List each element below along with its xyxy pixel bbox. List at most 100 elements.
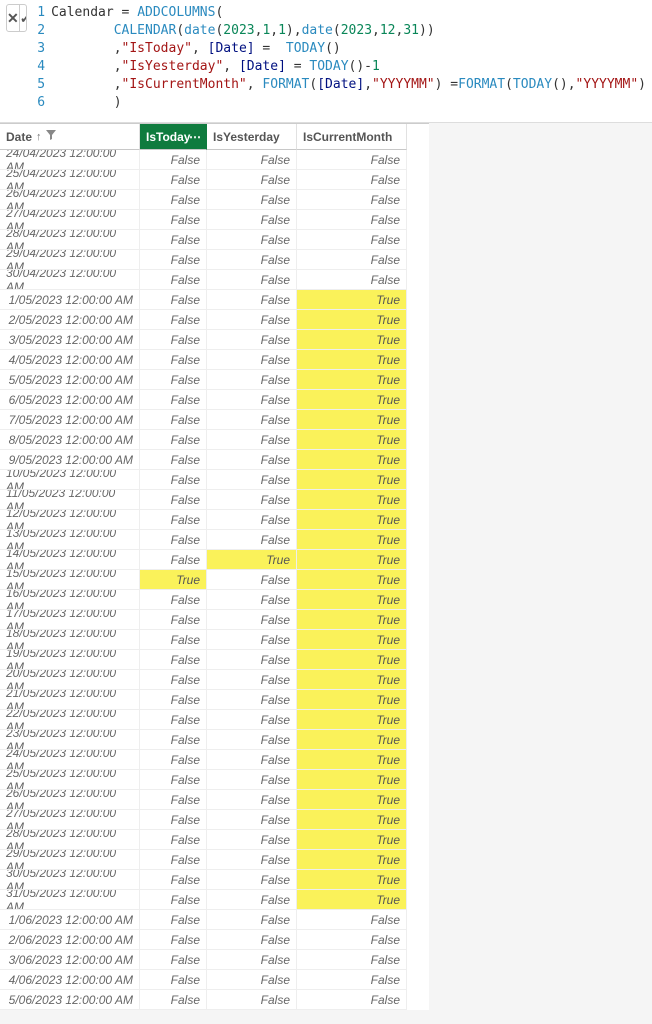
cell-istoday: False (140, 530, 207, 550)
cell-date: 21/05/2023 12:00:00 AM (0, 690, 140, 710)
cell-date: 22/05/2023 12:00:00 AM (0, 710, 140, 730)
table-row[interactable]: 22/05/2023 12:00:00 AMFalseFalseTrue (0, 710, 429, 730)
cell-istoday: False (140, 510, 207, 530)
table-row[interactable]: 11/05/2023 12:00:00 AMFalseFalseTrue (0, 490, 429, 510)
cell-iscurrentmonth: False (297, 210, 407, 230)
cell-date: 5/05/2023 12:00:00 AM (0, 370, 140, 390)
code-token: ) (638, 77, 646, 92)
cancel-button[interactable]: ✕ (7, 5, 20, 31)
table-row[interactable]: 20/05/2023 12:00:00 AMFalseFalseTrue (0, 670, 429, 690)
table-row[interactable]: 26/05/2023 12:00:00 AMFalseFalseTrue (0, 790, 429, 810)
cell-iscurrentmonth: False (297, 230, 407, 250)
commit-button[interactable]: ✓ (20, 5, 28, 31)
cell-isyesterday: False (207, 450, 297, 470)
code-lines[interactable]: Calendar = ADDCOLUMNS( CALENDAR(date(202… (51, 4, 646, 112)
code-line[interactable]: Calendar = ADDCOLUMNS( (51, 4, 646, 22)
cell-isyesterday: False (207, 730, 297, 750)
code-line[interactable]: ,"IsToday", [Date] = TODAY() (51, 40, 646, 58)
more-icon[interactable]: ⋯ (189, 130, 202, 144)
cell-isyesterday: False (207, 930, 297, 950)
table-row[interactable]: 3/06/2023 12:00:00 AMFalseFalseFalse (0, 950, 429, 970)
dax-editor[interactable]: 123456 Calendar = ADDCOLUMNS( CALENDAR(d… (37, 4, 646, 112)
table-row[interactable]: 16/05/2023 12:00:00 AMFalseFalseTrue (0, 590, 429, 610)
table-row[interactable]: 6/05/2023 12:00:00 AMFalseFalseTrue (0, 390, 429, 410)
formula-bar-actions: ✕ ✓ (6, 4, 27, 32)
cell-date: 31/05/2023 12:00:00 AM (0, 890, 140, 910)
column-header-date[interactable]: Date ↑ (0, 124, 140, 150)
table-row[interactable]: 4/05/2023 12:00:00 AMFalseFalseTrue (0, 350, 429, 370)
table-row[interactable]: 9/05/2023 12:00:00 AMFalseFalseTrue (0, 450, 429, 470)
table-row[interactable]: 24/04/2023 12:00:00 AMFalseFalseFalse (0, 150, 429, 170)
cell-date: 24/04/2023 12:00:00 AM (0, 150, 140, 170)
table-body: 24/04/2023 12:00:00 AMFalseFalseFalse25/… (0, 150, 429, 1010)
table-row[interactable]: 10/05/2023 12:00:00 AMFalseFalseTrue (0, 470, 429, 490)
column-header-label: IsCurrentMonth (303, 130, 392, 144)
code-line[interactable]: ,"IsCurrentMonth", FORMAT([Date],"YYYYMM… (51, 76, 646, 94)
cell-isyesterday: False (207, 230, 297, 250)
column-header-label: IsYesterday (213, 130, 280, 144)
code-line[interactable]: CALENDAR(date(2023,1,1),date(2023,12,31)… (51, 22, 646, 40)
table-row[interactable]: 14/05/2023 12:00:00 AMFalseTrueTrue (0, 550, 429, 570)
code-line[interactable]: ,"IsYesterday", [Date] = TODAY()-1 (51, 58, 646, 76)
cell-date: 3/06/2023 12:00:00 AM (0, 950, 140, 970)
line-number: 5 (37, 76, 45, 94)
table-row[interactable]: 1/05/2023 12:00:00 AMFalseFalseTrue (0, 290, 429, 310)
table-row[interactable]: 12/05/2023 12:00:00 AMFalseFalseTrue (0, 510, 429, 530)
table-row[interactable]: 28/04/2023 12:00:00 AMFalseFalseFalse (0, 230, 429, 250)
code-token: , (364, 77, 372, 92)
cell-istoday: False (140, 870, 207, 890)
code-token: TODAY (286, 41, 325, 56)
table-row[interactable]: 27/05/2023 12:00:00 AMFalseFalseTrue (0, 810, 429, 830)
table-row[interactable]: 1/06/2023 12:00:00 AMFalseFalseFalse (0, 910, 429, 930)
table-row[interactable]: 30/05/2023 12:00:00 AMFalseFalseTrue (0, 870, 429, 890)
code-token: "YYYYMM" (576, 77, 639, 92)
cell-iscurrentmonth: True (297, 810, 407, 830)
table-row[interactable]: 25/04/2023 12:00:00 AMFalseFalseFalse (0, 170, 429, 190)
table-row[interactable]: 4/06/2023 12:00:00 AMFalseFalseFalse (0, 970, 429, 990)
cell-istoday: False (140, 810, 207, 830)
table-row[interactable]: 26/04/2023 12:00:00 AMFalseFalseFalse (0, 190, 429, 210)
cell-isyesterday: False (207, 570, 297, 590)
column-header-istoday[interactable]: IsToday ⋯ (140, 124, 207, 150)
table-row[interactable]: 25/05/2023 12:00:00 AMFalseFalseTrue (0, 770, 429, 790)
table-row[interactable]: 28/05/2023 12:00:00 AMFalseFalseTrue (0, 830, 429, 850)
cell-istoday: False (140, 910, 207, 930)
table-row[interactable]: 3/05/2023 12:00:00 AMFalseFalseTrue (0, 330, 429, 350)
column-header-isyesterday[interactable]: IsYesterday (207, 124, 297, 150)
code-line[interactable]: ) (51, 94, 646, 112)
cell-iscurrentmonth: True (297, 450, 407, 470)
cell-date: 2/06/2023 12:00:00 AM (0, 930, 140, 950)
table-row[interactable]: 5/06/2023 12:00:00 AMFalseFalseFalse (0, 990, 429, 1010)
table-row[interactable]: 21/05/2023 12:00:00 AMFalseFalseTrue (0, 690, 429, 710)
table-row[interactable]: 29/05/2023 12:00:00 AMFalseFalseTrue (0, 850, 429, 870)
table-row[interactable]: 31/05/2023 12:00:00 AMFalseFalseTrue (0, 890, 429, 910)
code-token: = (255, 41, 286, 56)
code-token: "IsYesterday" (122, 59, 224, 74)
table-row[interactable]: 13/05/2023 12:00:00 AMFalseFalseTrue (0, 530, 429, 550)
table-row[interactable]: 29/04/2023 12:00:00 AMFalseFalseFalse (0, 250, 429, 270)
column-header-iscurrentmonth[interactable]: IsCurrentMonth (297, 124, 407, 150)
cell-istoday: False (140, 370, 207, 390)
table-row[interactable]: 18/05/2023 12:00:00 AMFalseFalseTrue (0, 630, 429, 650)
table-row[interactable]: 15/05/2023 12:00:00 AMTrueFalseTrue (0, 570, 429, 590)
table-row[interactable]: 2/05/2023 12:00:00 AMFalseFalseTrue (0, 310, 429, 330)
cell-istoday: False (140, 450, 207, 470)
table-row[interactable]: 27/04/2023 12:00:00 AMFalseFalseFalse (0, 210, 429, 230)
code-token: ()- (349, 59, 372, 74)
table-row[interactable]: 7/05/2023 12:00:00 AMFalseFalseTrue (0, 410, 429, 430)
table-row[interactable]: 23/05/2023 12:00:00 AMFalseFalseTrue (0, 730, 429, 750)
table-row[interactable]: 8/05/2023 12:00:00 AMFalseFalseTrue (0, 430, 429, 450)
table-row[interactable]: 5/05/2023 12:00:00 AMFalseFalseTrue (0, 370, 429, 390)
table-row[interactable]: 24/05/2023 12:00:00 AMFalseFalseTrue (0, 750, 429, 770)
cell-isyesterday: False (207, 490, 297, 510)
table-row[interactable]: 17/05/2023 12:00:00 AMFalseFalseTrue (0, 610, 429, 630)
cell-istoday: False (140, 290, 207, 310)
table-row[interactable]: 19/05/2023 12:00:00 AMFalseFalseTrue (0, 650, 429, 670)
cell-isyesterday: False (207, 370, 297, 390)
table-row[interactable]: 2/06/2023 12:00:00 AMFalseFalseFalse (0, 930, 429, 950)
table-row[interactable]: 30/04/2023 12:00:00 AMFalseFalseFalse (0, 270, 429, 290)
cell-istoday: False (140, 970, 207, 990)
cell-isyesterday: False (207, 970, 297, 990)
sort-asc-icon: ↑ (36, 131, 42, 143)
code-token: 1 (278, 23, 286, 38)
